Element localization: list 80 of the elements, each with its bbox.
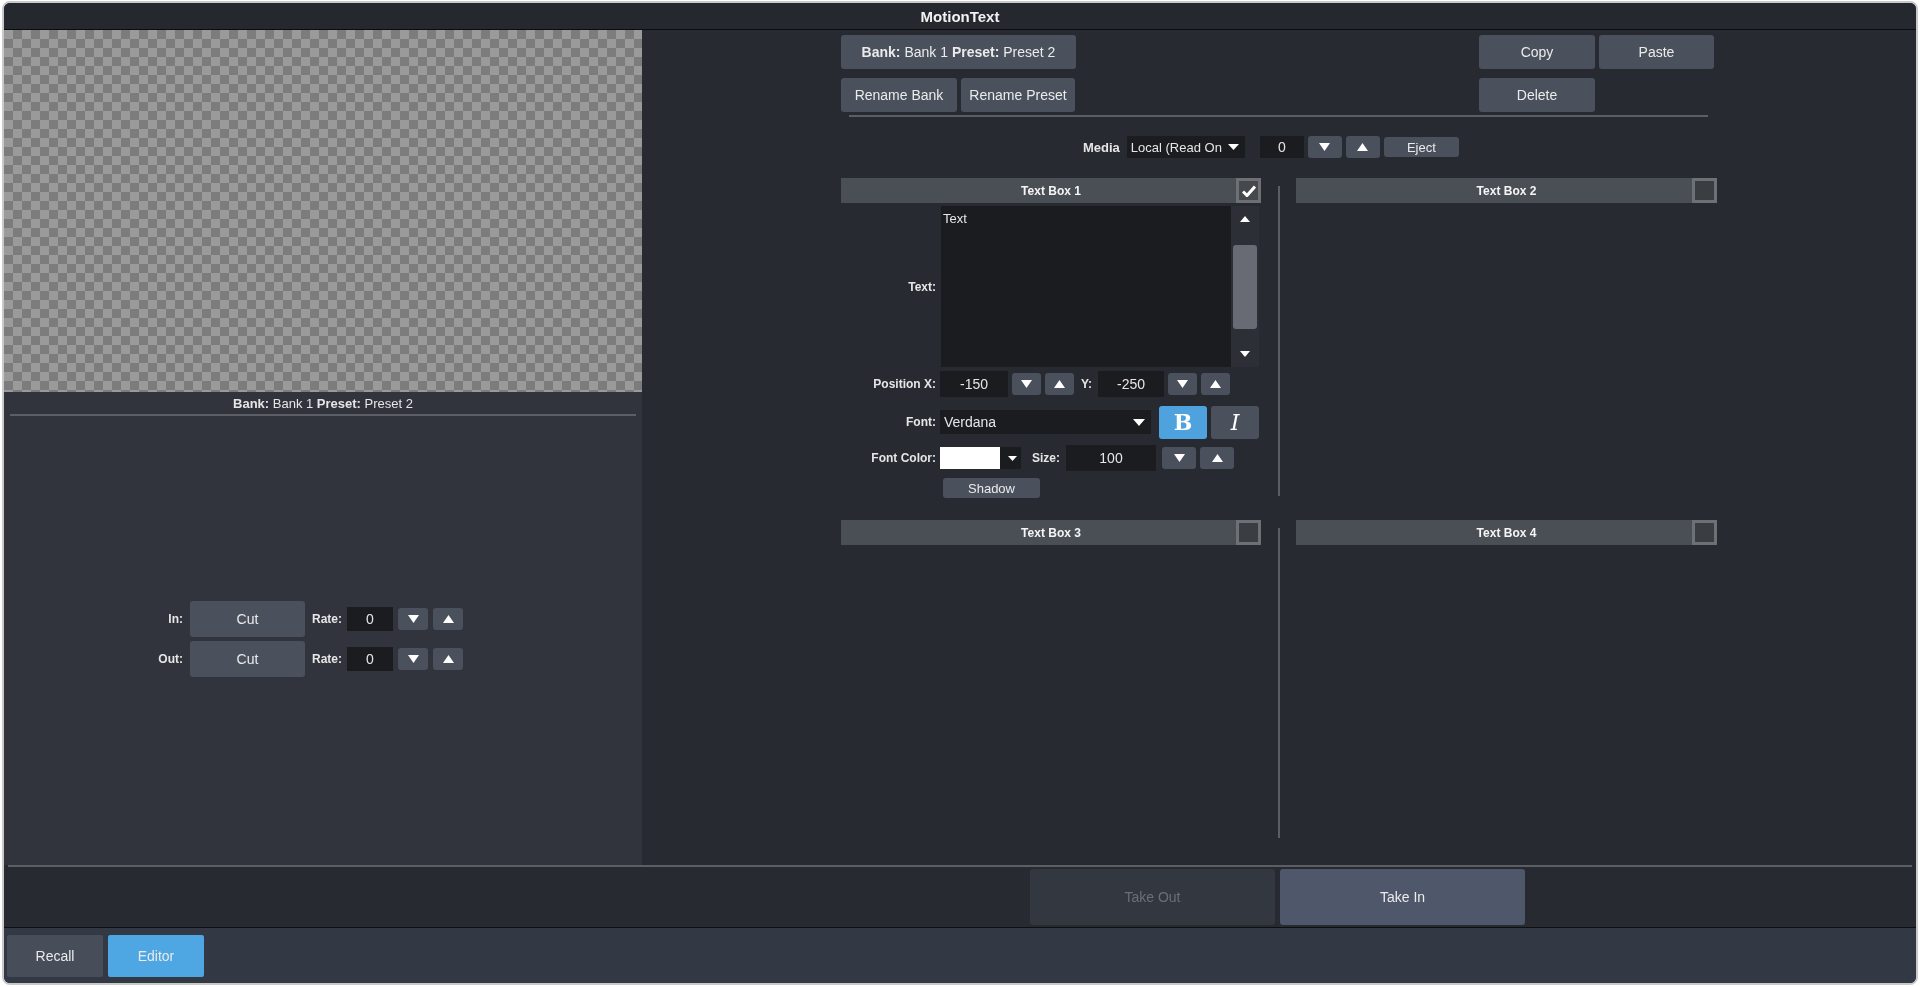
increment-button[interactable]	[1201, 373, 1231, 395]
scrollbar-thumb[interactable]	[1233, 244, 1257, 329]
font-dropdown[interactable]: Verdana	[940, 410, 1151, 434]
caret-icon	[1227, 144, 1239, 150]
checkbox[interactable]	[1692, 520, 1717, 545]
decrement-button[interactable]	[1162, 447, 1196, 469]
down-triangle-icon	[1240, 351, 1250, 357]
checkbox[interactable]	[1236, 520, 1261, 545]
dropdown-value: Local (Read On	[1130, 139, 1222, 155]
up-triangle-icon	[1240, 216, 1250, 222]
section-title: Text Box 2	[1476, 183, 1537, 198]
increment-button[interactable]	[433, 608, 463, 630]
field-label: Text:	[907, 279, 936, 294]
shadow-button[interactable]: Shadow	[943, 478, 1040, 498]
down-triangle-icon	[407, 655, 419, 663]
section-title: Text Box 3	[1021, 525, 1081, 540]
up-triangle-icon	[1210, 380, 1222, 388]
number-field[interactable]: 100	[1066, 445, 1156, 471]
caret-icon	[1133, 418, 1145, 426]
text-value: Text	[943, 211, 967, 226]
number-field[interactable]: 0	[347, 647, 393, 671]
down-triangle-icon	[1173, 454, 1185, 462]
take-button[interactable]: Take In	[1280, 869, 1525, 925]
caret-icon	[1008, 455, 1017, 461]
decrement-button[interactable]	[1307, 136, 1342, 158]
up-triangle-icon	[1054, 380, 1065, 388]
italic-button[interactable]: I	[1211, 405, 1259, 439]
up-triangle-icon	[1357, 143, 1369, 151]
number-field[interactable]: 0	[1259, 136, 1304, 158]
number-field[interactable]: -150	[940, 371, 1008, 397]
bank-preset-button[interactable]: Bank: Bank 1 Preset: Preset 2	[841, 35, 1076, 69]
field-label: Size:	[1032, 451, 1060, 465]
scrollbar[interactable]	[1231, 206, 1259, 367]
field-label: Media	[1083, 139, 1120, 155]
field-label: In:	[167, 612, 183, 626]
checkbox[interactable]	[1236, 178, 1261, 203]
field-label: Rate:	[312, 652, 342, 666]
field-label: Font:	[905, 415, 936, 429]
media-dropdown[interactable]: Local (Read On	[1126, 136, 1245, 158]
down-triangle-icon	[1319, 143, 1331, 151]
field-label: Out:	[157, 652, 183, 666]
rename-bank-button[interactable]: Rename Bank	[841, 78, 957, 112]
rename-preset-button[interactable]: Rename Preset	[961, 78, 1075, 112]
up-triangle-icon	[442, 655, 454, 663]
section-title: Text Box 4	[1476, 525, 1537, 540]
delete-button[interactable]: Delete	[1479, 78, 1595, 112]
increment-button[interactable]	[1045, 373, 1074, 395]
increment-button[interactable]	[1200, 447, 1234, 469]
down-triangle-icon	[407, 615, 419, 623]
color-picker[interactable]	[940, 447, 1021, 469]
transition-button[interactable]: Cut	[190, 601, 305, 637]
up-triangle-icon	[1211, 454, 1223, 462]
paste-button[interactable]: Paste	[1599, 35, 1714, 69]
field-label: Position X:	[872, 377, 936, 391]
decrement-button[interactable]	[398, 648, 428, 670]
down-triangle-icon	[1177, 380, 1189, 388]
preview-caption: Bank: Bank 1 Preset: Preset 2	[232, 395, 414, 413]
transition-button[interactable]: Cut	[190, 641, 305, 677]
increment-button[interactable]	[433, 648, 463, 670]
dropdown-value: Verdana	[944, 414, 997, 430]
eject-button[interactable]: Eject	[1383, 137, 1459, 157]
section-title: Text Box 1	[1021, 183, 1081, 198]
up-triangle-icon	[442, 615, 454, 623]
number-field[interactable]: -250	[1098, 371, 1165, 397]
window-title: MotionText	[920, 7, 1000, 25]
decrement-button[interactable]	[1012, 373, 1041, 395]
field-label: Y:	[1081, 377, 1093, 391]
field-label: Font Color:	[870, 451, 936, 465]
footer-tab[interactable]: Recall	[7, 934, 103, 977]
decrement-button[interactable]	[1168, 373, 1198, 395]
down-triangle-icon	[1021, 380, 1032, 388]
number-field[interactable]: 0	[347, 607, 393, 631]
decrement-button[interactable]	[398, 608, 428, 630]
field-label: Rate:	[312, 612, 342, 626]
copy-button[interactable]: Copy	[1479, 35, 1595, 69]
color-swatch	[940, 447, 1000, 469]
increment-button[interactable]	[1345, 136, 1380, 158]
text-area[interactable]: Text	[941, 206, 1231, 367]
checkbox[interactable]	[1692, 178, 1717, 203]
checkmark-icon	[1241, 184, 1256, 197]
